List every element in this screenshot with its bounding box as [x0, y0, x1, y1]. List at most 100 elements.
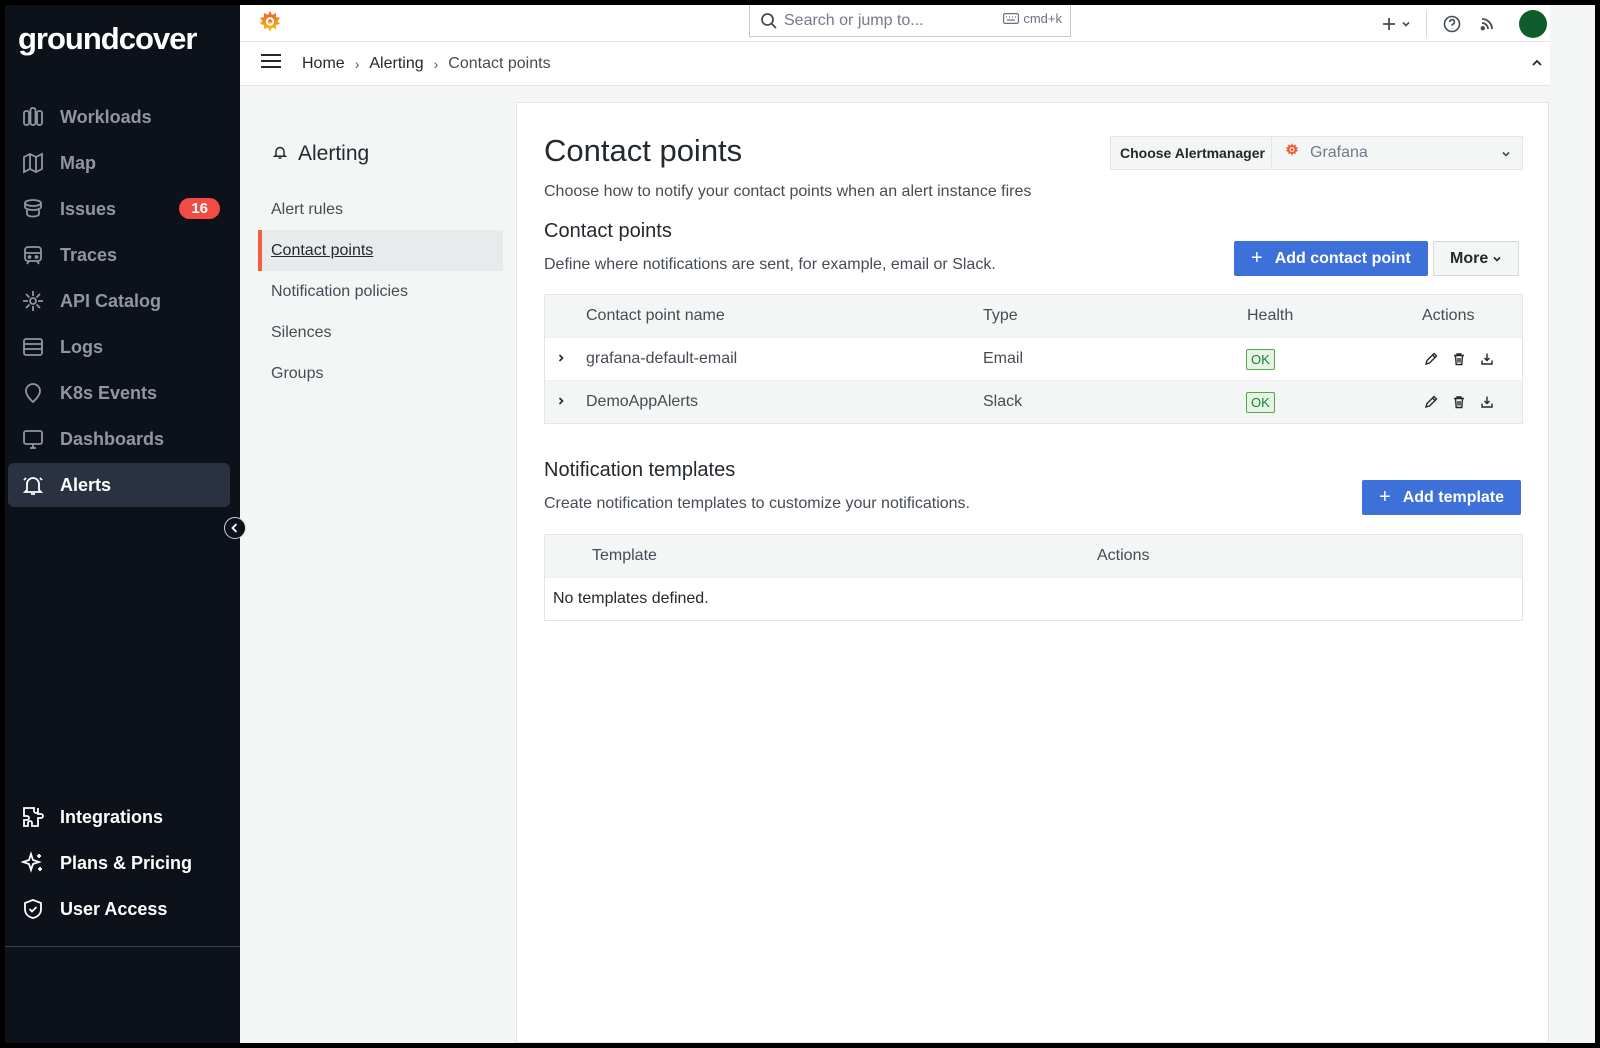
nav-item-api-catalog[interactable]: API Catalog — [8, 279, 230, 323]
grafana-logo-icon[interactable] — [257, 9, 283, 42]
nav-label: Issues — [60, 198, 117, 219]
nav-item-issues[interactable]: Issues 16 — [8, 187, 230, 231]
subnav-item-contact-points[interactable]: Contact points — [258, 230, 503, 271]
dashboards-icon — [20, 426, 46, 452]
hamburger-icon — [261, 54, 281, 68]
k8s-events-icon — [20, 380, 46, 406]
column-header-actions: Actions — [1097, 547, 1150, 564]
subnav-item-groups[interactable]: Groups — [258, 353, 503, 394]
nav-item-logs[interactable]: Logs — [8, 325, 230, 369]
add-template-button[interactable]: + Add template — [1362, 480, 1522, 515]
alertmanager-value: Grafana — [1310, 144, 1368, 161]
collapse-header-button[interactable] — [1530, 56, 1544, 75]
bell-icon — [272, 142, 288, 166]
column-header-actions: Actions — [1422, 307, 1475, 324]
row-actions — [1424, 395, 1494, 409]
column-header-health: Health — [1247, 307, 1294, 324]
plus-icon: + — [1251, 247, 1263, 269]
chevron-right-icon — [558, 354, 564, 362]
api-catalog-icon — [20, 288, 46, 314]
health-badge: OK — [1246, 348, 1275, 370]
nav-item-dashboards[interactable]: Dashboards — [8, 417, 230, 461]
notification-templates-description: Create notification templates to customi… — [544, 495, 970, 512]
puzzle-icon — [20, 804, 46, 830]
search-input[interactable]: Search or jump to... cmd+k — [749, 5, 1071, 37]
button-label: Add contact point — [1274, 249, 1411, 267]
nav-label: Traces — [60, 244, 118, 265]
nav-item-map[interactable]: Map — [8, 141, 230, 185]
groundcover-logo[interactable]: groundcover — [18, 21, 197, 57]
user-avatar[interactable] — [1519, 9, 1547, 38]
nav-label: Logs — [60, 336, 103, 357]
issues-icon — [20, 196, 46, 222]
help-button[interactable] — [1437, 9, 1467, 39]
nav-label: Map — [60, 152, 96, 173]
trash-icon[interactable] — [1452, 395, 1466, 409]
notification-templates-heading: Notification templates — [544, 459, 736, 481]
nav-item-user-access[interactable]: User Access — [8, 887, 230, 931]
breadcrumb-alerting[interactable]: Alerting — [369, 55, 423, 73]
expand-row-button[interactable] — [556, 393, 566, 411]
expand-row-button[interactable] — [556, 350, 566, 368]
breadcrumb-home[interactable]: Home — [302, 55, 345, 73]
page-subtitle: Choose how to notify your contact points… — [544, 183, 1032, 200]
bottom-nav: Integrations Plans & Pricing User Access — [8, 795, 230, 933]
button-label: Add template — [1402, 488, 1505, 506]
map-icon — [20, 150, 46, 176]
table-header: Contact point name Type Health Actions — [545, 295, 1522, 337]
alertmanager-select[interactable]: Grafana — [1271, 136, 1523, 170]
nav-label: Dashboards — [60, 428, 165, 449]
subnav-item-notification-policies[interactable]: Notification policies — [258, 271, 503, 312]
chevron-up-icon — [1532, 59, 1542, 66]
nav-item-workloads[interactable]: Workloads — [8, 95, 230, 139]
nav-item-plans-pricing[interactable]: Plans & Pricing — [8, 841, 230, 885]
breadcrumb-bar: Home › Alerting › Contact points — [240, 42, 1550, 86]
shield-icon — [20, 896, 46, 922]
chevron-down-icon — [1500, 147, 1512, 165]
shortcut-label: cmd+k — [1023, 11, 1062, 26]
trash-icon[interactable] — [1452, 352, 1466, 366]
add-contact-point-button[interactable]: + Add contact point — [1234, 241, 1428, 276]
subnav-item-silences[interactable]: Silences — [258, 312, 503, 353]
chevron-down-icon — [1402, 21, 1410, 27]
alerting-subnav: Alerting Alert rules Contact points Noti… — [258, 105, 503, 394]
subnav-title-label: Alerting — [298, 142, 370, 165]
menu-toggle-button[interactable] — [260, 53, 282, 74]
contact-points-table: Contact point name Type Health Actions g… — [544, 294, 1523, 424]
nav-item-alerts[interactable]: Alerts — [8, 463, 230, 507]
new-menu-button[interactable] — [1376, 9, 1416, 39]
rss-icon — [1480, 17, 1493, 30]
chevron-down-icon — [1493, 256, 1501, 262]
plus-icon — [1383, 17, 1395, 30]
nav-item-traces[interactable]: Traces — [8, 233, 230, 277]
more-button[interactable]: More — [1433, 241, 1520, 276]
chevron-right-icon — [558, 397, 564, 405]
edit-icon[interactable] — [1424, 395, 1438, 409]
subnav-item-alert-rules[interactable]: Alert rules — [258, 189, 503, 230]
issues-count-badge: 16 — [179, 198, 220, 219]
nav-item-k8s-events[interactable]: K8s Events — [8, 371, 230, 415]
sidebar-collapse-button[interactable] — [224, 517, 246, 539]
main-nav: Workloads Map Issues 16 Traces API Catal… — [8, 95, 230, 509]
help-icon — [1443, 15, 1461, 32]
export-icon[interactable] — [1480, 395, 1494, 409]
nav-label: User Access — [60, 898, 168, 919]
subnav-title: Alerting — [272, 141, 503, 167]
contact-points-description: Define where notifications are sent, for… — [544, 256, 996, 273]
chevron-left-icon — [231, 523, 238, 533]
news-feed-button[interactable] — [1467, 9, 1507, 39]
plus-icon: + — [1379, 486, 1391, 508]
templates-table: Template Actions No templates defined. — [544, 534, 1523, 621]
subnav-items: Alert rules Contact points Notification … — [258, 189, 503, 394]
edit-icon[interactable] — [1424, 352, 1438, 366]
main-panel: Contact points Choose how to notify your… — [516, 102, 1549, 1043]
chevron-right-icon: › — [354, 55, 360, 72]
top-bar: Search or jump to... cmd+k — [240, 5, 1550, 42]
sparkle-icon — [20, 850, 46, 876]
export-icon[interactable] — [1480, 352, 1494, 366]
column-header-type: Type — [983, 307, 1018, 324]
topbar-separator — [1426, 10, 1427, 37]
nav-item-integrations[interactable]: Integrations — [8, 795, 230, 839]
keyboard-icon — [1003, 13, 1020, 24]
contact-point-type: Email — [983, 350, 1024, 367]
